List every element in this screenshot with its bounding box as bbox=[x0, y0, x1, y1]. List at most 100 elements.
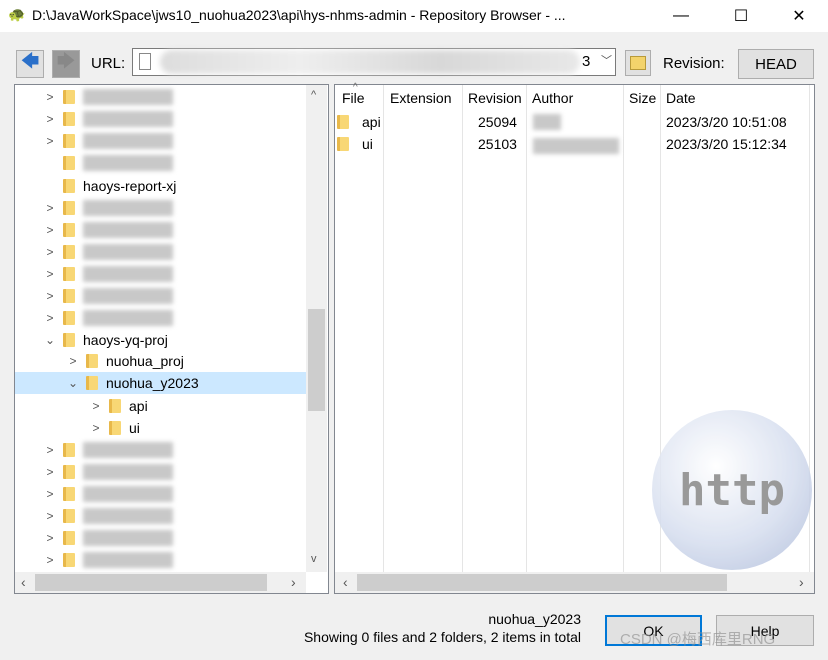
column-header-author[interactable]: Author bbox=[532, 90, 573, 106]
column-divider bbox=[462, 85, 463, 575]
tree-item[interactable]: > bbox=[15, 527, 306, 549]
expander-icon[interactable]: > bbox=[43, 443, 57, 457]
tree-item[interactable]: > bbox=[15, 108, 306, 130]
column-header-size[interactable]: Size bbox=[629, 90, 656, 106]
table-row[interactable]: ui 25103 2023/3/20 15:12:34 bbox=[335, 133, 814, 155]
expander-icon[interactable]: > bbox=[43, 465, 57, 479]
scroll-left-icon[interactable]: ‹ bbox=[343, 574, 348, 590]
expander-icon[interactable]: ⌄ bbox=[43, 333, 57, 347]
expander-icon[interactable]: > bbox=[89, 421, 103, 435]
maximize-button[interactable]: ☐ bbox=[718, 0, 764, 32]
list-hscroll-thumb[interactable] bbox=[357, 574, 727, 591]
tree-item[interactable]: haoys-report-xj bbox=[15, 175, 306, 197]
folder-icon bbox=[63, 531, 75, 545]
close-button[interactable]: ✕ bbox=[776, 0, 822, 32]
scroll-left-icon[interactable]: ‹ bbox=[21, 574, 26, 590]
tree-item[interactable]: > bbox=[15, 307, 306, 329]
folder-icon bbox=[337, 115, 349, 129]
tree-item[interactable]: > bbox=[15, 549, 306, 571]
scroll-down-icon[interactable]: v bbox=[311, 553, 317, 565]
tree-item[interactable]: > nuohua_proj bbox=[15, 350, 306, 372]
column-header-date[interactable]: Date bbox=[666, 90, 696, 106]
http-globe-image: http bbox=[652, 410, 812, 570]
minimize-button[interactable]: — bbox=[658, 0, 704, 32]
scroll-right-icon[interactable]: › bbox=[291, 574, 296, 590]
tree-item[interactable]: > bbox=[15, 483, 306, 505]
folder-icon bbox=[63, 223, 75, 237]
tree-item[interactable]: > bbox=[15, 219, 306, 241]
expander-icon[interactable]: > bbox=[43, 201, 57, 215]
revision-label: Revision: bbox=[663, 55, 725, 72]
tree-item-redacted bbox=[83, 244, 173, 260]
watermark: CSDN @梅西库里RNG bbox=[620, 631, 776, 648]
expander-icon[interactable]: > bbox=[43, 509, 57, 523]
tree-item-redacted bbox=[83, 89, 173, 105]
list-horizontal-scrollbar[interactable]: ‹ › bbox=[335, 572, 814, 593]
expander-icon[interactable]: > bbox=[43, 223, 57, 237]
tree-item-redacted bbox=[83, 464, 173, 480]
tree-horizontal-scrollbar[interactable]: ‹ › bbox=[15, 572, 306, 593]
file-name: api bbox=[362, 114, 381, 130]
column-header-file[interactable]: File bbox=[342, 90, 365, 106]
tree-item[interactable]: > bbox=[15, 130, 306, 152]
tree-item[interactable]: > ui bbox=[15, 417, 306, 439]
tree-vertical-scrollbar[interactable]: ^ v bbox=[306, 85, 327, 572]
tree-hscroll-thumb[interactable] bbox=[35, 574, 267, 591]
tree-item-redacted bbox=[83, 266, 173, 282]
table-row[interactable]: api 25094 2023/3/20 10:51:08 bbox=[335, 111, 814, 133]
title-bar: 🐢 D:\JavaWorkSpace\jws10_nuohua2023\api\… bbox=[0, 0, 828, 32]
tree-item-redacted bbox=[83, 530, 173, 546]
tree-item-label: haoys-yq-proj bbox=[83, 332, 168, 348]
tree-item[interactable]: ⌄ nuohua_y2023 bbox=[15, 372, 306, 394]
expander-icon[interactable]: > bbox=[43, 90, 57, 104]
url-redacted bbox=[160, 50, 580, 74]
scroll-up-icon[interactable]: ^ bbox=[311, 89, 316, 101]
revision: 25094 bbox=[478, 114, 517, 130]
expander-icon[interactable]: > bbox=[43, 267, 57, 281]
expander-icon[interactable]: > bbox=[43, 134, 57, 148]
expander-icon[interactable]: > bbox=[43, 487, 57, 501]
tree-item[interactable]: ⌄ haoys-yq-proj bbox=[15, 329, 306, 351]
tree-item[interactable]: > bbox=[15, 285, 306, 307]
column-header-extension[interactable]: Extension bbox=[390, 90, 451, 106]
forward-button[interactable]: 🡆 bbox=[52, 50, 80, 78]
tree-item[interactable]: > bbox=[15, 241, 306, 263]
expander-icon[interactable]: > bbox=[43, 311, 57, 325]
folder-icon bbox=[337, 137, 349, 151]
expander-icon[interactable]: ⌄ bbox=[66, 376, 80, 390]
chevron-down-icon[interactable]: ﹀ bbox=[601, 52, 612, 68]
scroll-right-icon[interactable]: › bbox=[799, 574, 804, 590]
selected-path: nuohua_y2023 bbox=[488, 611, 581, 627]
tree-item[interactable]: > api bbox=[15, 395, 306, 417]
tree-item[interactable] bbox=[15, 152, 306, 174]
expander-icon[interactable]: > bbox=[43, 553, 57, 567]
revision-head-button[interactable]: HEAD bbox=[738, 49, 814, 79]
tree-item-label: haoys-report-xj bbox=[83, 178, 177, 194]
tree-item[interactable]: > bbox=[15, 197, 306, 219]
window-title: D:\JavaWorkSpace\jws10_nuohua2023\api\hy… bbox=[32, 7, 566, 23]
repository-tree[interactable]: > > > haoys-report-xj > > > > > > ⌄ haoys-yq-proj > n… bbox=[14, 84, 329, 594]
tree-item-redacted bbox=[83, 486, 173, 502]
expander-icon[interactable]: > bbox=[66, 354, 80, 368]
tree-item[interactable]: > bbox=[15, 439, 306, 461]
expander-icon[interactable]: > bbox=[43, 112, 57, 126]
folder-icon bbox=[63, 267, 75, 281]
column-divider bbox=[383, 85, 384, 575]
expander-icon[interactable]: > bbox=[43, 245, 57, 259]
tree-item[interactable]: > bbox=[15, 505, 306, 527]
tree-item-redacted bbox=[83, 310, 173, 326]
expander-icon[interactable]: > bbox=[43, 289, 57, 303]
tree-item-label: ui bbox=[129, 420, 140, 436]
tree-vscroll-thumb[interactable] bbox=[308, 309, 325, 411]
tree-item[interactable]: > bbox=[15, 263, 306, 285]
tree-item[interactable]: > bbox=[15, 461, 306, 483]
column-header-revision[interactable]: Revision bbox=[468, 90, 522, 106]
back-button[interactable]: 🡄 bbox=[16, 50, 44, 78]
tree-item[interactable]: > bbox=[15, 86, 306, 108]
browse-folder-button[interactable] bbox=[625, 50, 651, 76]
expander-icon[interactable]: > bbox=[89, 399, 103, 413]
folder-icon bbox=[63, 443, 75, 457]
folder-icon bbox=[109, 399, 121, 413]
expander-icon[interactable]: > bbox=[43, 531, 57, 545]
tree-item-redacted bbox=[83, 552, 173, 568]
